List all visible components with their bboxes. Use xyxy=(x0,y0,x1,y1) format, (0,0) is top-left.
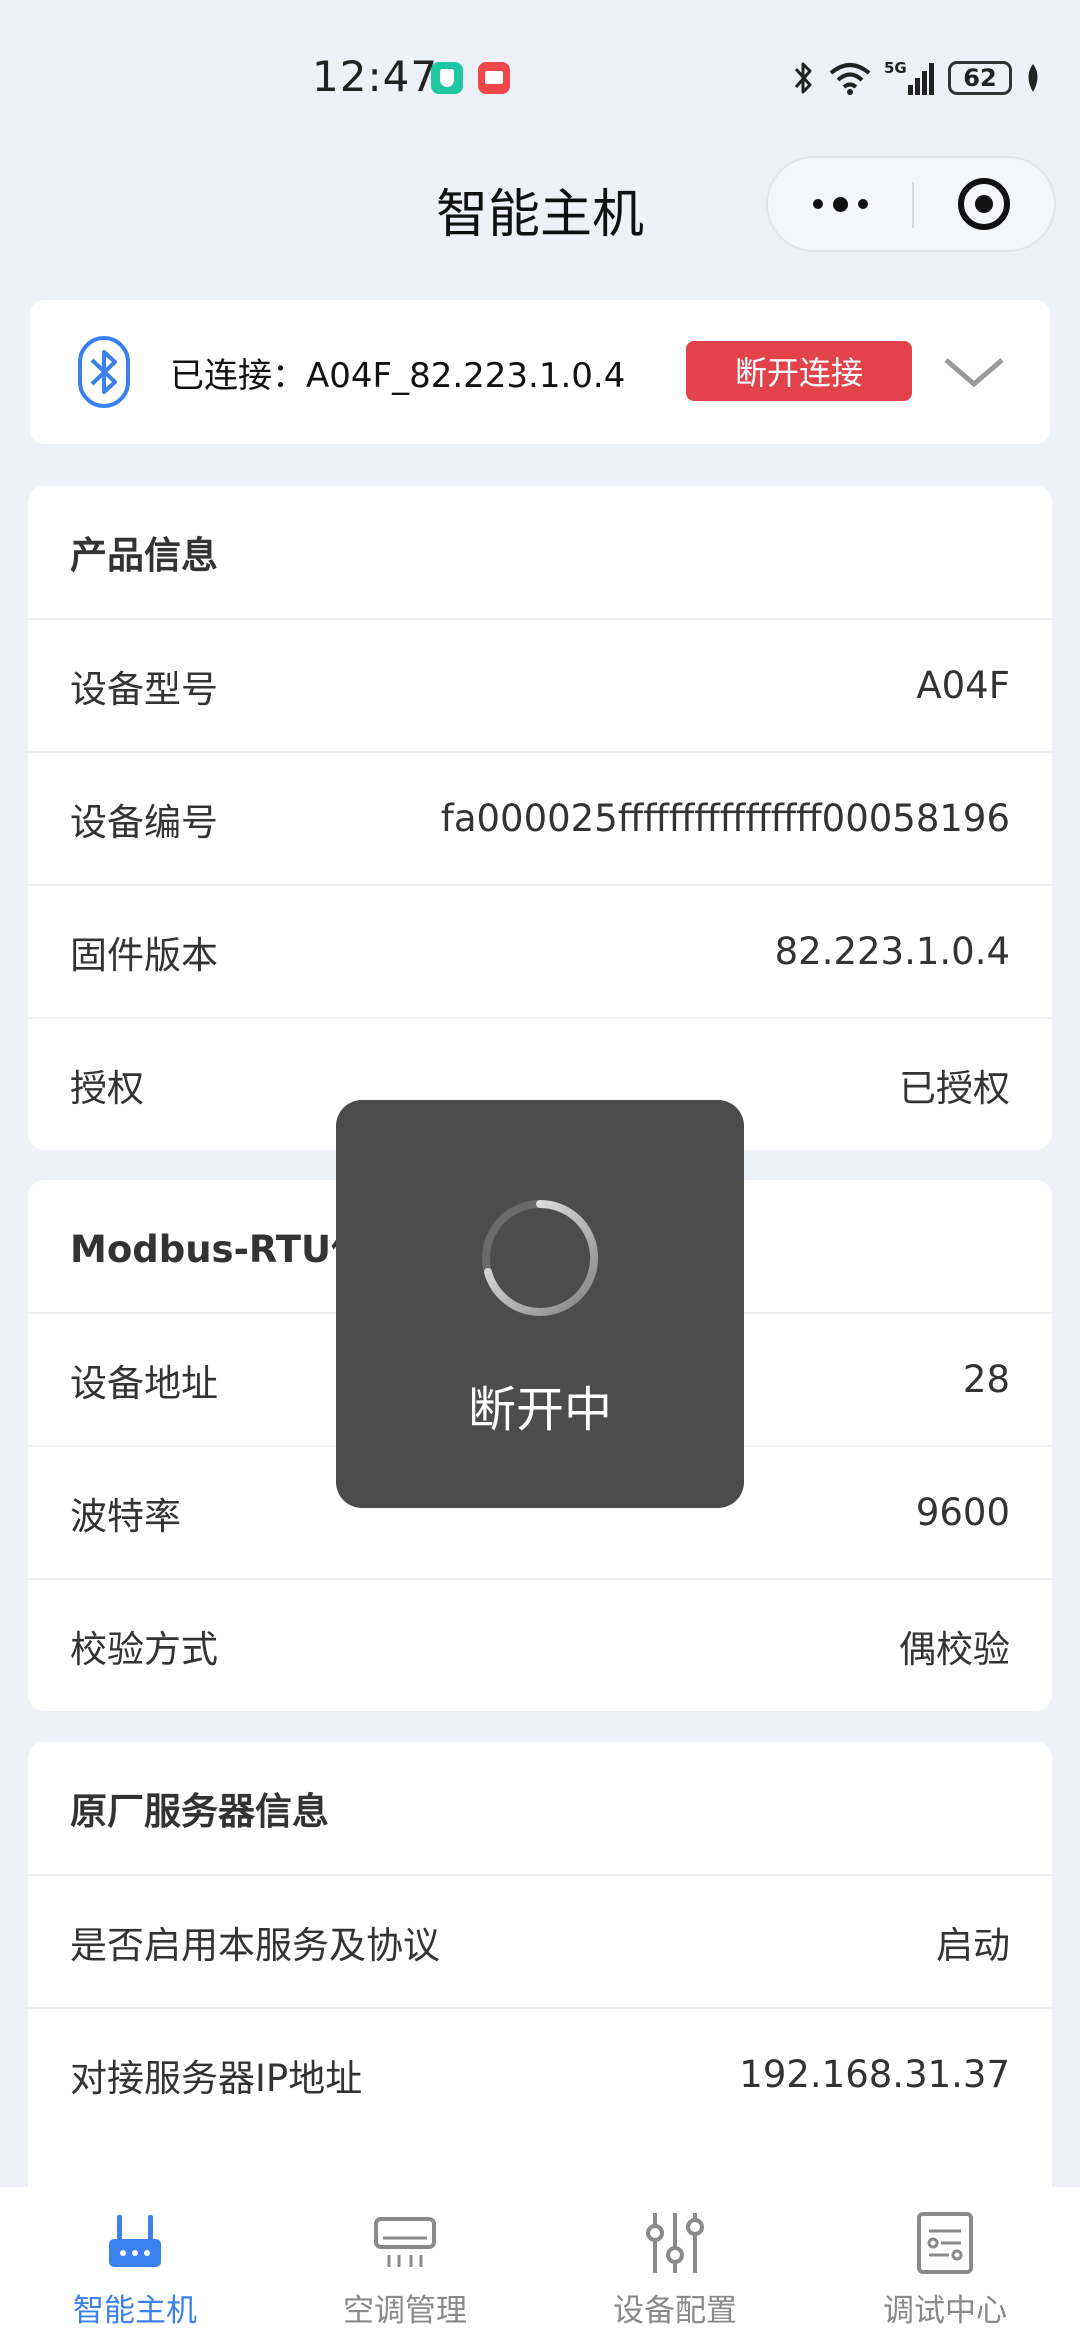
more-dot-icon xyxy=(832,196,848,212)
charging-leaf-icon xyxy=(1028,64,1038,92)
row-value: fa000025ffffffffffffffff00058196 xyxy=(440,797,1010,840)
row-label: 授权 xyxy=(70,1066,144,1110)
tab-label: 空调管理 xyxy=(343,2293,467,2329)
row-label: 是否启用本服务及协议 xyxy=(70,1923,440,1967)
more-dot-icon xyxy=(812,199,823,209)
row-label: 校验方式 xyxy=(70,1627,218,1671)
row-label: 设备型号 xyxy=(70,667,218,711)
row-label: 对接服务器IP地址 xyxy=(70,2056,363,2100)
info-row-firmware: 固件版本 82.223.1.0.4 xyxy=(28,886,1052,1019)
bluetooth-icon xyxy=(78,336,130,408)
server-info-card: 原厂服务器信息 是否启用本服务及协议 启动 对接服务器IP地址 192.168.… xyxy=(28,1742,1052,2202)
tab-ac-management[interactable]: 空调管理 xyxy=(270,2187,540,2340)
tab-debug-center[interactable]: 调试中心 xyxy=(810,2187,1080,2340)
info-row-model: 设备型号 A04F xyxy=(28,620,1052,753)
bottom-tab-bar: 智能主机 空调管理 设备配置 调试中心 xyxy=(0,2187,1080,2340)
card-title: 原厂服务器信息 xyxy=(28,1742,1052,1876)
svg-text:5G: 5G xyxy=(884,59,907,77)
info-row-service-enabled: 是否启用本服务及协议 启动 xyxy=(28,1876,1052,2009)
sliders-icon xyxy=(646,2213,704,2273)
disconnect-button[interactable]: 断开连接 xyxy=(686,341,912,401)
row-value: 9600 xyxy=(915,1491,1010,1534)
loading-spinner-icon xyxy=(482,1199,599,1316)
row-label: 固件版本 xyxy=(70,933,218,977)
signal-5g-icon: 5G xyxy=(884,59,934,95)
row-label: 设备编号 xyxy=(70,800,218,844)
checklist-icon xyxy=(917,2212,973,2274)
more-button[interactable] xyxy=(768,158,912,250)
row-value: 启动 xyxy=(936,1923,1010,1967)
target-icon xyxy=(958,178,1010,230)
info-row-serial: 设备编号 fa000025ffffffffffffffff00058196 xyxy=(28,753,1052,886)
bluetooth-status-icon xyxy=(794,62,812,94)
info-row-parity: 校验方式 偶校验 xyxy=(28,1580,1052,1711)
toast-text: 断开中 xyxy=(467,1382,612,1438)
connection-card: 已连接：A04F_82.223.1.0.4 断开连接 xyxy=(30,300,1050,444)
row-value: 82.223.1.0.4 xyxy=(774,930,1010,973)
product-info-card: 产品信息 设备型号 A04F 设备编号 fa000025ffffffffffff… xyxy=(28,486,1052,1150)
miniprogram-capsule xyxy=(766,156,1056,252)
tab-label: 调试中心 xyxy=(883,2293,1007,2329)
connection-status: 已连接：A04F_82.223.1.0.4 xyxy=(170,356,626,396)
info-row-server-ip: 对接服务器IP地址 192.168.31.37 xyxy=(28,2009,1052,2140)
row-value: 已授权 xyxy=(899,1066,1010,1110)
close-miniprogram-button[interactable] xyxy=(914,158,1054,250)
row-value: 192.168.31.37 xyxy=(739,2053,1010,2096)
air-conditioner-icon xyxy=(374,2217,436,2267)
tab-device-config[interactable]: 设备配置 xyxy=(540,2187,810,2340)
security-app-icon xyxy=(431,62,463,94)
tab-label: 智能主机 xyxy=(73,2293,197,2329)
more-dot-icon xyxy=(857,199,868,209)
battery-icon: 62 xyxy=(948,61,1012,95)
chevron-down-icon[interactable] xyxy=(942,342,1006,402)
row-value: 28 xyxy=(962,1358,1010,1401)
card-title: 产品信息 xyxy=(28,486,1052,620)
tab-label: 设备配置 xyxy=(613,2293,737,2329)
tab-smart-host[interactable]: 智能主机 xyxy=(0,2187,270,2340)
row-label: 波特率 xyxy=(70,1494,181,1538)
status-bar: 12:47 5G 62 xyxy=(0,0,1080,160)
status-time: 12:47 xyxy=(312,52,439,101)
loading-toast: 断开中 xyxy=(336,1100,744,1508)
row-label: 设备地址 xyxy=(70,1361,218,1405)
system-icons: 5G 62 xyxy=(792,56,1042,100)
router-icon xyxy=(109,2215,161,2267)
notification-app-icon xyxy=(478,62,510,94)
row-value: A04F xyxy=(916,664,1010,707)
wifi-icon xyxy=(829,63,871,95)
row-value: 偶校验 xyxy=(899,1627,1010,1671)
